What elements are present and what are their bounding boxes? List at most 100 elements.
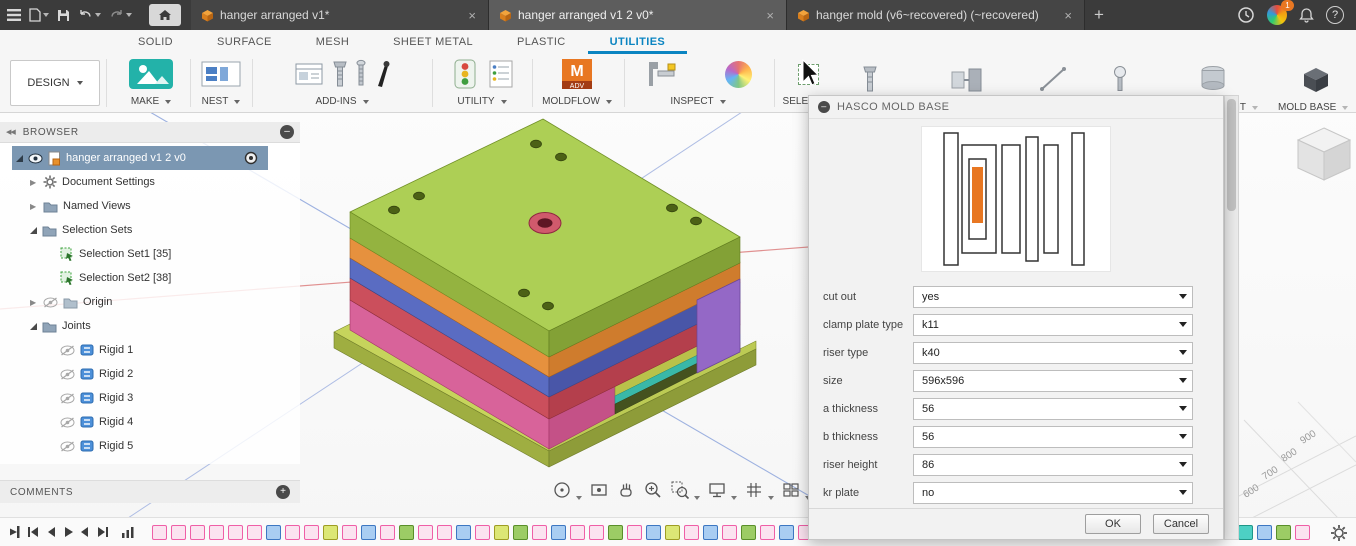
comments-expand-icon[interactable]: + <box>276 485 290 499</box>
ribbon-tab-utilities[interactable]: UTILITIES <box>587 30 688 54</box>
close-tab-icon[interactable]: × <box>466 8 478 23</box>
nest-menu[interactable]: NEST <box>202 96 241 107</box>
view-cube[interactable] <box>1292 122 1356 190</box>
scripts-addins-icon[interactable] <box>294 60 324 88</box>
browser-node-named-views[interactable]: ▶ Named Views <box>0 194 300 218</box>
riser-type-select[interactable]: k40 <box>913 342 1193 364</box>
timeline-feature-icon[interactable] <box>494 524 509 540</box>
timeline-feature-icon[interactable] <box>342 524 357 540</box>
expander-open-icon[interactable] <box>30 322 37 330</box>
browser-node-rigid2[interactable]: Rigid 2 <box>0 362 300 386</box>
file-menu-icon[interactable] <box>25 3 53 27</box>
browser-node-rigid4[interactable]: Rigid 4 <box>0 410 300 434</box>
dialog-titlebar[interactable]: – HASCO MOLD BASE <box>809 96 1223 119</box>
expander-closed-icon[interactable]: ▶ <box>30 298 38 307</box>
timeline-feature-icon[interactable] <box>190 524 205 540</box>
timeline-marker-icon[interactable] <box>9 525 21 539</box>
new-tab-button[interactable]: + <box>1085 0 1113 30</box>
browser-node-rigid3[interactable]: Rigid 3 <box>0 386 300 410</box>
expander-open-icon[interactable] <box>30 226 37 234</box>
timeline-feature-icon[interactable] <box>570 524 585 540</box>
timeline-feature-icon[interactable] <box>228 524 243 540</box>
expander-closed-icon[interactable]: ▶ <box>30 202 38 211</box>
pan-tool[interactable] <box>616 480 636 500</box>
save-icon[interactable] <box>53 3 74 27</box>
pin-tool-icon[interactable] <box>1112 64 1128 94</box>
step-back-button[interactable] <box>45 525 57 539</box>
visibility-off-eye-icon[interactable] <box>60 416 75 428</box>
mold-base-icon[interactable] <box>1298 64 1332 96</box>
document-tab[interactable]: hanger arranged v1* × <box>191 0 489 30</box>
kr-plate-select[interactable]: no <box>913 482 1193 504</box>
timeline-feature-icon[interactable] <box>1276 524 1291 540</box>
utility-menu[interactable]: UTILITY <box>457 96 507 107</box>
visibility-off-eye-icon[interactable] <box>60 368 75 380</box>
awl-tool-icon[interactable] <box>375 59 391 89</box>
job-status-icon[interactable] <box>1237 6 1255 24</box>
mold-base-menu[interactable]: MOLD BASE <box>1278 102 1349 113</box>
expander-open-icon[interactable] <box>16 154 23 162</box>
timeline-feature-icon[interactable] <box>551 524 566 540</box>
dialog-collapse-icon[interactable]: – <box>818 101 830 113</box>
active-component-radio-icon[interactable] <box>244 151 258 165</box>
visibility-off-eye-icon[interactable] <box>60 392 75 404</box>
timeline-feature-icon[interactable] <box>209 524 224 540</box>
timeline-feature-icon[interactable] <box>1238 524 1253 540</box>
dialog-scrollbar[interactable] <box>1224 95 1239 540</box>
timeline-feature-icon[interactable] <box>760 524 775 540</box>
visibility-off-eye-icon[interactable] <box>60 440 75 452</box>
timeline-feature-icon[interactable] <box>703 524 718 540</box>
timeline-feature-icon[interactable] <box>361 524 376 540</box>
redo-icon[interactable] <box>105 3 136 27</box>
timeline-feature-icon[interactable] <box>437 524 452 540</box>
timeline-feature-icon[interactable] <box>741 524 756 540</box>
comments-bar[interactable]: COMMENTS + <box>0 480 300 503</box>
timeline-feature-icon[interactable] <box>456 524 471 540</box>
close-tab-icon[interactable]: × <box>1062 8 1074 23</box>
close-tab-icon[interactable]: × <box>764 8 776 23</box>
browser-node-selection-set2[interactable]: Selection Set2 [38] <box>0 266 300 290</box>
data-panel-icon[interactable] <box>3 3 25 27</box>
dialog-scrollbar-thumb[interactable] <box>1227 99 1236 211</box>
ribbon-tab-surface[interactable]: SURFACE <box>195 30 294 54</box>
browser-node-rigid1[interactable]: Rigid 1 <box>0 338 300 362</box>
clamp-plate-type-select[interactable]: k11 <box>913 314 1193 336</box>
timeline-feature-icon[interactable] <box>532 524 547 540</box>
ribbon-tab-mesh[interactable]: MESH <box>294 30 371 54</box>
home-button[interactable] <box>149 4 181 26</box>
mold-base-model[interactable] <box>333 118 757 468</box>
moldflow-adviser-icon[interactable]: M ADV <box>560 58 594 90</box>
timeline-feature-icon[interactable] <box>1295 524 1310 540</box>
notifications-bell-icon[interactable] <box>1299 7 1314 23</box>
timeline-feature-icon[interactable] <box>152 524 167 540</box>
line-tool-icon[interactable] <box>1038 64 1068 94</box>
timeline-feature-icon[interactable] <box>418 524 433 540</box>
browser-minimize-icon[interactable]: – <box>280 125 294 139</box>
timeline-feature-icon[interactable] <box>475 524 490 540</box>
browser-root-node[interactable]: hanger arranged v1 2 v0 <box>12 146 268 170</box>
look-at-tool[interactable] <box>589 480 609 500</box>
timeline-feature-icon[interactable] <box>171 524 186 540</box>
visibility-off-eye-icon[interactable] <box>43 296 58 308</box>
timeline-feature-icon[interactable] <box>399 524 414 540</box>
timeline-feature-icon[interactable] <box>684 524 699 540</box>
appearance-analysis-icon[interactable] <box>724 60 752 88</box>
zoom-tool[interactable] <box>643 480 663 500</box>
browser-node-document-settings[interactable]: ▶ Document Settings <box>0 170 300 194</box>
ribbon-tab-solid[interactable]: SOLID <box>116 30 195 54</box>
cancel-button[interactable]: Cancel <box>1153 514 1209 534</box>
timeline-feature-icon[interactable] <box>513 524 528 540</box>
browser-node-selection-sets[interactable]: Selection Sets <box>0 218 300 242</box>
browser-node-rigid5[interactable]: Rigid 5 <box>0 434 300 458</box>
timeline-feature-icon[interactable] <box>285 524 300 540</box>
timeline-feature-icon[interactable] <box>779 524 794 540</box>
nest-icon[interactable] <box>201 59 241 89</box>
screw-icon[interactable] <box>356 59 366 89</box>
browser-node-origin[interactable]: ▶ Origin <box>0 290 300 314</box>
cylinder-tool-icon[interactable] <box>1198 64 1228 94</box>
timeline-feature-icon[interactable] <box>304 524 319 540</box>
document-tab-active[interactable]: hanger arranged v1 2 v0* × <box>489 0 787 30</box>
timeline-feature-icon[interactable] <box>247 524 262 540</box>
timeline-feature-icon[interactable] <box>589 524 604 540</box>
visibility-off-eye-icon[interactable] <box>60 344 75 356</box>
